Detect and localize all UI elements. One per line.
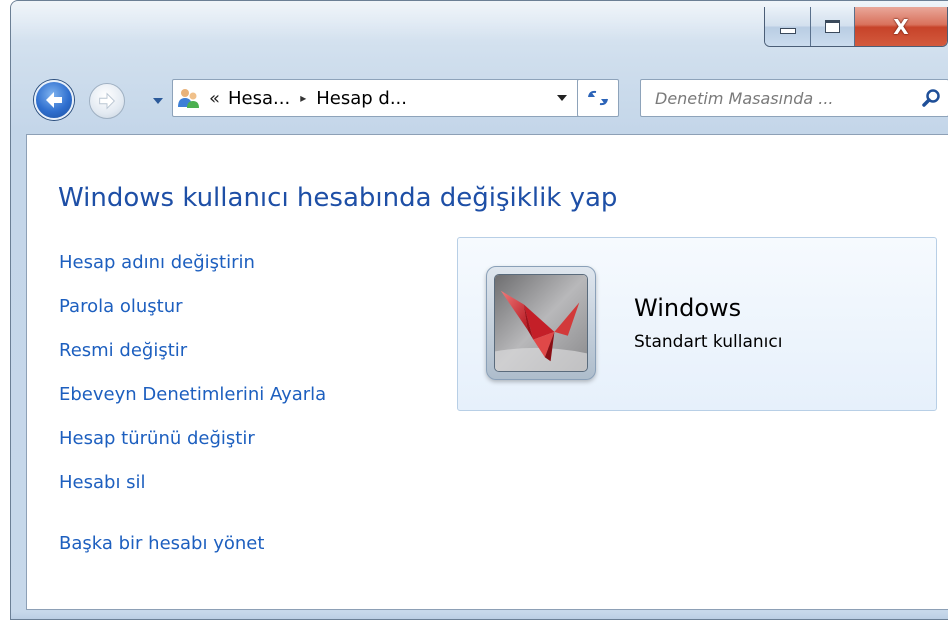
task-link-change-picture[interactable]: Resmi değiştir (59, 339, 326, 383)
chevron-down-icon (557, 95, 567, 101)
content-pane: Windows kullanıcı hesabında değişiklik y… (26, 134, 948, 610)
back-arrow-icon (46, 92, 62, 108)
recent-pages-button[interactable] (151, 93, 165, 109)
caption-buttons: X (764, 7, 948, 47)
chevron-down-icon (153, 98, 163, 104)
window-bottom-frame (11, 612, 948, 619)
address-dropdown-button[interactable] (552, 80, 572, 116)
search-box[interactable]: Denetim Masasında ... (640, 79, 948, 117)
forward-arrow-icon (99, 92, 115, 110)
breadcrumb-item[interactable]: Hesa... (228, 88, 290, 109)
task-link-create-password[interactable]: Parola oluştur (59, 295, 326, 339)
user-account-type: Standart kullanıcı (634, 332, 783, 352)
page-title: Windows kullanıcı hesabında değişiklik y… (58, 183, 618, 213)
address-bar[interactable]: « Hesa... ▸ Hesap d... (172, 79, 581, 117)
breadcrumb-item[interactable]: Hesap d... (316, 88, 407, 109)
avatar (486, 266, 596, 380)
user-accounts-icon (173, 80, 205, 116)
maximize-icon (825, 20, 840, 33)
maximize-button[interactable] (811, 7, 855, 46)
minimize-icon (779, 27, 796, 34)
user-account-card: Windows Standart kullanıcı (457, 237, 937, 411)
forward-button[interactable] (89, 83, 125, 119)
refresh-icon (588, 90, 608, 106)
search-icon[interactable] (914, 80, 948, 116)
origami-crane-picture (494, 274, 588, 372)
close-button[interactable]: X (855, 7, 947, 46)
task-link-delete-account[interactable]: Hesabı sil (59, 471, 326, 515)
task-links: Hesap adını değiştirin Parola oluştur Re… (59, 251, 326, 515)
manage-another-account-link[interactable]: Başka bir hesabı yönet (59, 533, 264, 554)
search-input[interactable]: Denetim Masasında ... (641, 89, 914, 108)
user-name: Windows (634, 294, 742, 322)
back-button[interactable] (34, 80, 74, 120)
task-link-change-account-type[interactable]: Hesap türünü değiştir (59, 427, 326, 471)
breadcrumb-overflow-chevron[interactable]: « (209, 88, 220, 109)
control-panel-window: X « Hesa... ▸ Hesap d... Denetim Masasın… (10, 0, 948, 620)
minimize-button[interactable] (765, 7, 811, 46)
task-link-parental-controls[interactable]: Ebeveyn Denetimlerini Ayarla (59, 383, 326, 427)
task-link-rename[interactable]: Hesap adını değiştirin (59, 251, 326, 295)
close-icon: X (893, 14, 909, 39)
refresh-button[interactable] (577, 79, 619, 117)
breadcrumb-separator-icon[interactable]: ▸ (300, 91, 306, 105)
